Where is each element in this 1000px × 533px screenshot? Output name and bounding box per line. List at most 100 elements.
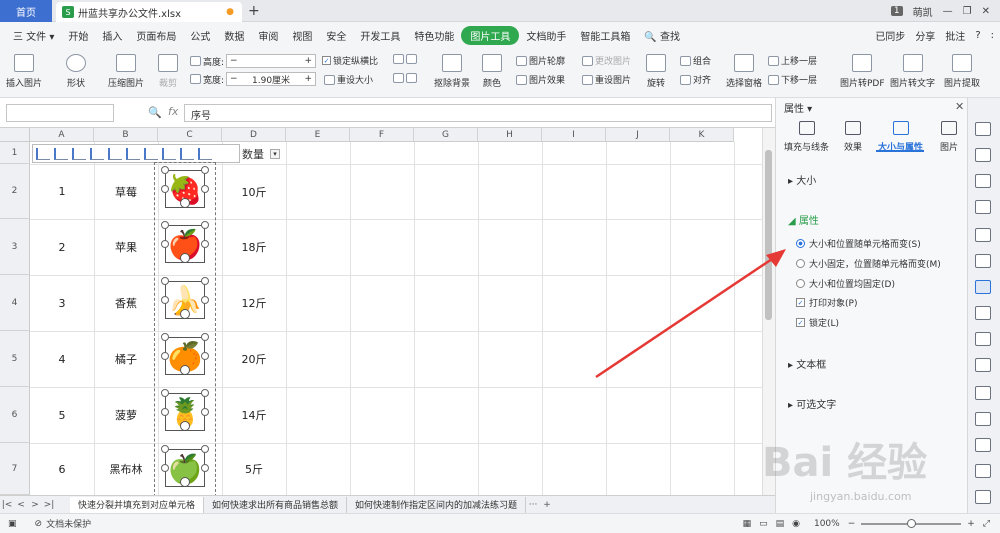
- menu-item-doc-assistant[interactable]: 文档助手: [519, 28, 573, 43]
- cell-b3[interactable]: 苹果: [94, 219, 158, 275]
- resize-handle[interactable]: [201, 389, 209, 397]
- checkbox-lock[interactable]: ✓ 锁定(L): [796, 316, 839, 329]
- layers-icon[interactable]: [975, 174, 991, 188]
- cell-a6[interactable]: 5: [30, 387, 94, 443]
- effect-small-2[interactable]: [393, 73, 417, 83]
- last-sheet-icon[interactable]: >|: [42, 500, 56, 510]
- menu-item-features[interactable]: 特色功能: [407, 28, 461, 43]
- resize-handle[interactable]: [201, 240, 209, 248]
- column-header-c[interactable]: C: [158, 128, 222, 142]
- resize-handle[interactable]: [161, 221, 169, 229]
- filter-dropdown-icon[interactable]: ▾: [270, 149, 280, 159]
- column-header-j[interactable]: J: [606, 128, 670, 142]
- remove-background-button[interactable]: 抠除背景: [434, 54, 470, 89]
- resize-handle[interactable]: [161, 296, 169, 304]
- align-middle-icon[interactable]: [108, 147, 122, 160]
- window-count-badge[interactable]: 1: [890, 6, 903, 16]
- resize-handle[interactable]: [201, 445, 209, 453]
- crop-button[interactable]: 裁剪: [158, 54, 178, 89]
- row-header-4[interactable]: 4: [0, 275, 30, 331]
- menu-item-data[interactable]: 数据: [217, 28, 251, 43]
- sheet-tab-1[interactable]: 快速分裂并填充到对应单元格: [70, 496, 205, 513]
- prev-sheet-icon[interactable]: <: [14, 500, 28, 510]
- column-header-e[interactable]: E: [286, 128, 350, 142]
- cell-a2[interactable]: 1: [30, 164, 94, 219]
- cell-d6[interactable]: 14斤: [222, 387, 286, 443]
- compress-button[interactable]: 压缩图片: [108, 54, 144, 89]
- zoom-in-icon[interactable]: +: [967, 519, 975, 529]
- rotate-handle-icon[interactable]: [180, 253, 190, 263]
- radio-move-no-size[interactable]: 大小固定，位置随单元格而变(M): [796, 257, 941, 270]
- select-all-corner[interactable]: [0, 128, 30, 142]
- file-menu[interactable]: 三 文件 ▾: [6, 28, 61, 43]
- user-name[interactable]: 萌凯: [913, 4, 933, 19]
- section-properties[interactable]: ◢ 属性: [788, 212, 819, 227]
- radio-move-and-size[interactable]: 大小和位置随单元格而变(S): [796, 237, 921, 250]
- sheet-tab-3[interactable]: 如何快速制作指定区间内的加减法练习题: [347, 496, 527, 513]
- row-header-2[interactable]: 2: [0, 164, 30, 219]
- cell-b6[interactable]: 菠萝: [94, 387, 158, 443]
- align-bottom-icon[interactable]: [126, 147, 140, 160]
- align-top-icon[interactable]: [90, 147, 104, 160]
- tab-size-properties[interactable]: 大小与属性: [878, 121, 923, 153]
- resize-handle[interactable]: [201, 185, 209, 193]
- more-button[interactable]: :: [991, 30, 994, 41]
- group-button[interactable]: 组合: [680, 54, 711, 67]
- rotate-handle-icon[interactable]: [180, 477, 190, 487]
- more-sheets-icon[interactable]: ···: [526, 500, 540, 510]
- resize-handle[interactable]: [161, 185, 169, 193]
- menu-item-developer[interactable]: 开发工具: [353, 28, 407, 43]
- extract-button[interactable]: 图片提取: [944, 54, 980, 89]
- to-text-button[interactable]: 图片转文字: [890, 54, 935, 89]
- eye-icon[interactable]: ◉: [792, 519, 800, 529]
- height-input[interactable]: − +: [226, 54, 317, 68]
- menu-item-formula[interactable]: 公式: [183, 28, 217, 43]
- cell-b7[interactable]: 黑布林: [94, 443, 158, 495]
- page-break-icon[interactable]: ▤: [776, 519, 785, 529]
- rotate-button[interactable]: 旋转: [646, 54, 666, 89]
- next-sheet-icon[interactable]: >: [28, 500, 42, 510]
- location-icon[interactable]: [975, 438, 991, 452]
- resize-handle[interactable]: [161, 445, 169, 453]
- insert-picture-button[interactable]: 插入图片: [6, 54, 42, 89]
- column-header-k[interactable]: K: [670, 128, 734, 142]
- column-header-d[interactable]: D: [222, 128, 286, 142]
- menu-item-view[interactable]: 视图: [285, 28, 319, 43]
- menu-item-smart-toolbox[interactable]: 智能工具箱: [573, 28, 637, 43]
- header-cell-qty[interactable]: 数量 ▾: [242, 144, 280, 164]
- home-tab[interactable]: 首页: [0, 0, 52, 22]
- history-icon[interactable]: [975, 464, 991, 478]
- effect-small-1[interactable]: [393, 54, 417, 64]
- fx-icon[interactable]: fx: [168, 105, 178, 118]
- column-header-b[interactable]: B: [94, 128, 158, 142]
- resize-handle[interactable]: [201, 166, 209, 174]
- row-header-3[interactable]: 3: [0, 219, 30, 275]
- rotate-handle-icon[interactable]: [180, 309, 190, 319]
- properties-icon[interactable]: [975, 280, 991, 294]
- resize-handle[interactable]: [161, 352, 169, 360]
- rotate-handle-icon[interactable]: [180, 365, 190, 375]
- cell-d2[interactable]: 10斤: [222, 164, 286, 219]
- tab-effect[interactable]: 效果: [844, 121, 862, 153]
- help-button[interactable]: ?: [975, 30, 980, 41]
- resize-handle[interactable]: [161, 389, 169, 397]
- more-icon[interactable]: [975, 490, 991, 504]
- align-center-icon[interactable]: [54, 147, 68, 160]
- zoom-slider[interactable]: [861, 518, 962, 528]
- send-backward-button[interactable]: 下移一层: [768, 73, 817, 86]
- distribute-vertical-icon[interactable]: [162, 147, 176, 160]
- cell-a4[interactable]: 3: [30, 275, 94, 331]
- lock-ratio-checkbox[interactable]: ✓ 锁定纵横比: [322, 54, 378, 67]
- align-right-icon[interactable]: [72, 147, 86, 160]
- zoom-formula-icon[interactable]: 🔍: [148, 106, 162, 119]
- share-icon[interactable]: [975, 306, 991, 320]
- cell-d7[interactable]: 5斤: [222, 443, 286, 495]
- cell-d3[interactable]: 18斤: [222, 219, 286, 275]
- color-button[interactable]: 颜色: [482, 54, 502, 89]
- row-header-1[interactable]: 1: [0, 142, 30, 164]
- cell-d4[interactable]: 12斤: [222, 275, 286, 331]
- apps-icon[interactable]: [975, 228, 991, 242]
- resize-handle[interactable]: [201, 296, 209, 304]
- group-objects-icon[interactable]: [198, 147, 212, 160]
- row-header-5[interactable]: 5: [0, 331, 30, 387]
